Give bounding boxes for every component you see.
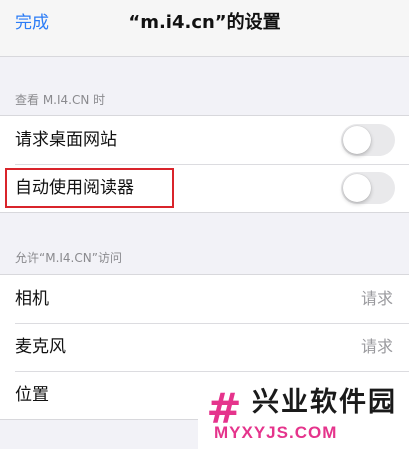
microphone-row[interactable]: 麦克风 请求 <box>0 323 409 371</box>
toggle-knob <box>343 174 371 202</box>
row-label: 位置 <box>15 385 49 405</box>
watermark-name-cn: 兴业软件园 <box>252 387 397 418</box>
row-label: 请求桌面网站 <box>15 130 117 150</box>
highlight-box <box>5 168 174 208</box>
request-desktop-site-row[interactable]: 请求桌面网站 <box>0 116 409 164</box>
section-header-access: 允许“M.I4.CN”访问 <box>15 251 122 265</box>
row-value: 请求 <box>360 337 393 356</box>
section-header-view: 查看 M.I4.CN 时 <box>15 93 106 107</box>
row-value: 请求 <box>360 289 393 308</box>
request-desktop-site-toggle[interactable] <box>341 124 395 156</box>
watermark-name-en: MYXYJS.COM <box>214 423 338 442</box>
watermark: # 兴业软件园 MYXYJS.COM <box>198 381 409 449</box>
navigation-bar: 完成 “m.i4.cn”的设置 <box>0 0 409 57</box>
page-title: “m.i4.cn”的设置 <box>128 12 281 33</box>
row-label: 麦克风 <box>15 337 66 357</box>
row-label: 相机 <box>15 289 49 309</box>
auto-reader-toggle[interactable] <box>341 172 395 204</box>
toggle-knob <box>343 126 371 154</box>
camera-row[interactable]: 相机 请求 <box>0 275 409 323</box>
